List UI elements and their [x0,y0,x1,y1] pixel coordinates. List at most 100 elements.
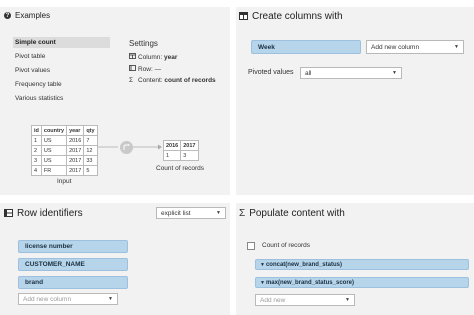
table-cell: US [40,145,68,156]
create-columns-header: Create columns with [239,11,343,22]
table-header: 2016 [162,140,182,151]
table-cell: FR [40,165,68,176]
settings-content-value: count of records [164,77,216,84]
table-cell: 1 [162,150,182,161]
example-item-label: Simple count [15,39,56,46]
row-pill-label: brand [25,279,44,286]
chevron-down-icon: ▼ [345,297,350,303]
examples-header: ? Examples [4,11,50,20]
populate-add-select[interactable]: Add new ▼ [255,294,355,306]
examples-title: Examples [15,11,51,20]
table-cell: 2017 [66,155,85,166]
create-columns-title: Create columns with [252,11,343,22]
table-header: id [31,125,42,136]
example-item-label: Frequency table [15,81,62,88]
aggregation-concat-brand-status[interactable]: ▼ concat(new_brand_status) [255,259,469,270]
table-cell: US [40,155,68,166]
populate-add-placeholder: Add new [260,296,286,304]
example-item-various-statistics[interactable]: Various statistics [13,93,110,104]
row-identifiers-mode-select[interactable]: explicit list ▼ [156,207,226,219]
pivoted-values-label: Pivoted values [248,69,294,76]
count-of-records-checkbox[interactable] [247,242,255,250]
example-item-label: Pivot values [15,67,51,74]
table-cell: 2 [31,145,42,156]
example-item-frequency-table[interactable]: Frequency table [13,79,110,90]
chevron-down-icon: ▼ [454,44,459,50]
columns-icon [239,11,248,22]
aggregation-label: max(new_brand_status_score) [265,279,354,286]
table-cell: 2017 [66,145,85,156]
table-cell: 2017 [66,165,85,176]
example-item-pivot-table[interactable]: Pivot table [13,51,110,62]
settings-content-label: Content: [138,77,163,84]
example-item-label: Pivot table [15,53,46,60]
pivot-recipe-icon [120,141,133,154]
table-row: 3 US 2017 33 [31,155,98,166]
table-cell: 3 [31,155,42,166]
row-icon [129,65,138,73]
populate-content-header: Σ Populate content with [239,208,345,219]
chevron-down-icon: ▼ [392,70,397,76]
sigma-icon: Σ [239,208,246,219]
row-pill-label: CUSTOMER_NAME [25,261,85,268]
settings-content-line: Σ Content: count of records [129,77,216,84]
table-cell: US [40,135,68,146]
table-cell: 1 [31,135,42,146]
row-add-column-placeholder: Add new column [23,295,72,303]
sigma-icon: Σ [129,77,134,84]
chevron-down-icon: ▼ [108,296,113,302]
settings-row-line: Row: — [129,65,161,73]
row-pill-label: license number [25,243,73,250]
table-row: 2 US 2017 12 [31,145,98,156]
table-header: country [40,125,68,136]
table-header: year [66,125,85,136]
settings-row-label: Row: [138,65,153,73]
table-header-row: 2016 2017 [162,140,199,151]
settings-column-value: year [164,53,178,61]
row-identifiers-mode-selected: explicit list [161,209,191,217]
column-pill-week[interactable]: Week [251,40,361,54]
pivoted-values-select[interactable]: all ▼ [300,67,402,79]
table-cell: 4 [31,165,42,176]
table-header: 2017 [180,140,199,151]
column-pill-label: Week [258,43,275,51]
add-column-placeholder: Add new column [371,43,420,51]
column-icon [129,53,138,61]
table-row: 1 US 2016 7 [31,135,98,146]
input-caption: Input [57,178,72,185]
example-item-simple-count[interactable]: Simple count [13,37,110,48]
pivoted-values-selected: all [305,69,312,77]
row-identifiers-header: Row identifiers [4,208,83,219]
row-identifiers-title: Row identifiers [17,208,83,219]
settings-title: Settings [129,39,158,48]
example-item-label: Various statistics [15,95,64,102]
count-of-records-label: Count of records [262,242,311,249]
caret-down-icon: ▼ [260,279,265,286]
output-caption: Count of records [156,165,205,172]
table-cell: 33 [83,155,98,166]
row-add-column-select[interactable]: Add new column ▼ [18,293,118,305]
rows-icon [4,208,13,219]
chevron-down-icon: ▼ [216,210,221,216]
table-header: qty [83,125,98,136]
aggregation-max-brand-status-score[interactable]: ▼ max(new_brand_status_score) [255,277,469,288]
example-input-table: id country year qty 1 US 2016 7 2 US 201… [31,125,98,176]
populate-content-title: Populate content with [249,208,345,219]
create-columns-panel [236,7,474,195]
settings-column-label: Column: [138,53,163,61]
table-cell: 3 [180,150,199,161]
table-cell: 5 [83,165,98,176]
table-cell: 2016 [66,135,85,146]
table-row: 1 3 [162,150,199,161]
add-column-select[interactable]: Add new column ▼ [366,40,464,54]
table-row: 4 FR 2017 5 [31,165,98,176]
caret-down-icon: ▼ [260,261,265,268]
settings-row-value: — [154,65,162,73]
example-item-pivot-values[interactable]: Pivot values [13,65,110,76]
example-output-table: 2016 2017 1 3 [162,140,199,161]
row-pill-brand[interactable]: brand [18,276,128,289]
question-circle-icon: ? [4,12,11,19]
row-pill-license-number[interactable]: license number [18,240,128,253]
row-pill-customer-name[interactable]: CUSTOMER_NAME [18,258,128,271]
aggregation-label: concat(new_brand_status) [265,261,342,268]
